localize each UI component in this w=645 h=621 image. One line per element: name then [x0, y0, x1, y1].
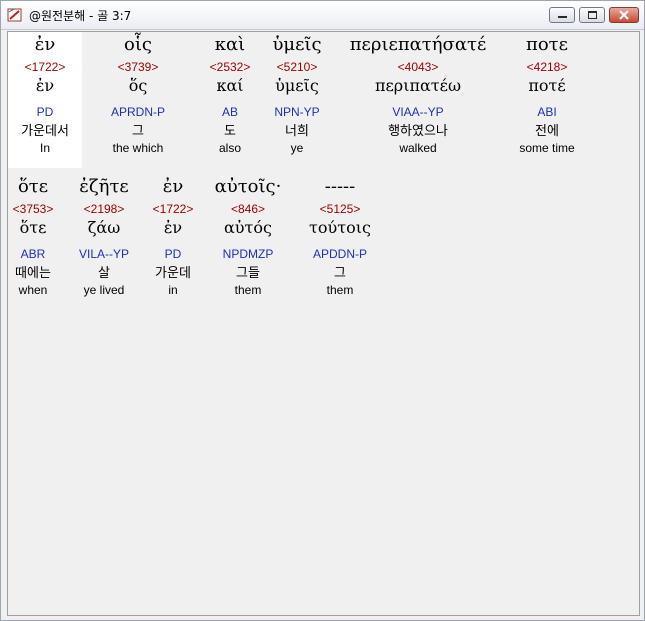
- greek-word: οἷς: [124, 34, 152, 55]
- minimize-icon: [558, 16, 567, 18]
- word-block[interactable]: ----- <5125> τούτοις APDDN-P 그 them: [300, 174, 380, 297]
- word-block[interactable]: ἐν <1722> ἐν PD 가운데 in: [146, 174, 200, 297]
- english-gloss: also: [218, 141, 241, 155]
- app-window: @원전분해 - 골 3:7 ἐν <1722> ἐν PD 가운데서 In οἷ…: [0, 0, 645, 621]
- greek-word: ἐν: [162, 176, 184, 197]
- word-block[interactable]: ἐν <1722> ἐν PD 가운데서 In: [8, 32, 82, 168]
- strong-number[interactable]: <5125>: [300, 202, 380, 216]
- lemma: ζάω: [87, 218, 121, 237]
- word-block[interactable]: ποτε <4218> ποτέ ABI 전에 some time: [508, 32, 586, 155]
- parsing-code: PD: [36, 105, 54, 119]
- english-gloss: In: [39, 141, 50, 155]
- maximize-icon: [588, 11, 597, 19]
- lemma: ποτέ: [528, 76, 566, 95]
- korean-gloss: 때에는: [15, 266, 51, 281]
- word-block[interactable]: καὶ <2532> καί AB 도 also: [202, 32, 258, 155]
- parsing-code: ABR: [20, 247, 46, 261]
- close-icon: [619, 10, 629, 20]
- strong-number[interactable]: <4218>: [508, 60, 586, 74]
- english-gloss: ye lived: [83, 283, 125, 297]
- parsing-code: VIAA--YP: [392, 105, 444, 119]
- english-gloss: them: [234, 283, 262, 297]
- word-block[interactable]: ἐζῆτε <2198> ζάω VILA--YP 살 ye lived: [68, 174, 140, 297]
- app-icon: [7, 8, 22, 22]
- english-gloss: some time: [519, 141, 575, 155]
- greek-word: ὑμεῖς: [272, 34, 322, 55]
- word-block[interactable]: ὅτε <3753> ὅτε ABR 때에는 when: [8, 174, 58, 297]
- greek-word: περιεπατήσατέ: [349, 34, 487, 55]
- greek-word: ποτε: [526, 34, 568, 55]
- parsing-code: PD: [164, 247, 182, 261]
- strong-number[interactable]: <1722>: [8, 60, 82, 74]
- lemma: ὅτε: [19, 218, 47, 237]
- strong-number[interactable]: <1722>: [146, 202, 200, 216]
- english-gloss: in: [168, 283, 178, 297]
- english-gloss: them: [326, 283, 354, 297]
- close-button[interactable]: [609, 7, 639, 23]
- greek-word: ὅτε: [17, 176, 49, 197]
- korean-gloss: 너희: [285, 124, 309, 139]
- parsing-code: APDDN-P: [312, 247, 367, 261]
- parsing-code: VILA--YP: [78, 247, 129, 261]
- maximize-button[interactable]: [579, 7, 605, 23]
- english-gloss: when: [18, 283, 48, 297]
- parsing-code: NPDMZP: [222, 247, 274, 261]
- greek-word: καὶ: [214, 34, 246, 55]
- interlinear-panel: ἐν <1722> ἐν PD 가운데서 In οἷς <3739> ὅς AP…: [7, 31, 640, 616]
- parsing-code: ABI: [537, 105, 557, 119]
- english-gloss: ye: [290, 141, 304, 155]
- strong-number[interactable]: <3753>: [8, 202, 58, 216]
- korean-gloss: 가운데서: [21, 124, 69, 139]
- lemma: ἐν: [35, 76, 55, 95]
- strong-number[interactable]: <2198>: [68, 202, 140, 216]
- greek-word: -----: [324, 176, 356, 197]
- korean-gloss: 그: [132, 124, 144, 139]
- parsing-code: APRDN-P: [110, 105, 165, 119]
- lemma: αὐτός: [224, 218, 272, 237]
- parsing-code: NPN-YP: [274, 105, 320, 119]
- lemma: ὅς: [128, 76, 148, 95]
- lemma: ἐν: [163, 218, 183, 237]
- window-title: @원전분해 - 골 3:7: [29, 9, 132, 23]
- english-gloss: walked: [399, 141, 437, 155]
- korean-gloss: 가운데: [155, 266, 191, 281]
- minimize-button[interactable]: [549, 7, 575, 23]
- parsing-code: AB: [221, 105, 238, 119]
- greek-word: αὐτοῖς·: [214, 176, 282, 197]
- strong-number[interactable]: <5210>: [262, 60, 332, 74]
- strong-number[interactable]: <3739>: [100, 60, 176, 74]
- lemma: καί: [216, 76, 244, 95]
- word-block[interactable]: αὐτοῖς· <846> αὐτός NPDMZP 그들 them: [208, 174, 288, 297]
- strong-number[interactable]: <2532>: [202, 60, 258, 74]
- lemma: περιπατέω: [375, 76, 461, 95]
- greek-word: ἐν: [34, 34, 56, 55]
- korean-gloss: 그들: [236, 266, 260, 281]
- word-block[interactable]: ὑμεῖς <5210> ὑμεῖς NPN-YP 너희 ye: [262, 32, 332, 155]
- word-block[interactable]: οἷς <3739> ὅς APRDN-P 그 the which: [100, 32, 176, 155]
- korean-gloss: 그: [334, 266, 346, 281]
- lemma: τούτοις: [309, 218, 371, 237]
- korean-gloss: 행하였으나: [388, 124, 448, 139]
- korean-gloss: 전에: [535, 124, 559, 139]
- greek-word: ἐζῆτε: [79, 176, 129, 197]
- lemma: ὑμεῖς: [275, 76, 319, 95]
- strong-number[interactable]: <846>: [208, 202, 288, 216]
- title-bar[interactable]: @원전분해 - 골 3:7: [1, 1, 644, 30]
- korean-gloss: 도: [224, 124, 236, 139]
- strong-number[interactable]: <4043>: [338, 60, 498, 74]
- english-gloss: the which: [112, 141, 164, 155]
- word-block[interactable]: περιεπατήσατέ <4043> περιπατέω VIAA--YP …: [338, 32, 498, 155]
- korean-gloss: 살: [98, 266, 110, 281]
